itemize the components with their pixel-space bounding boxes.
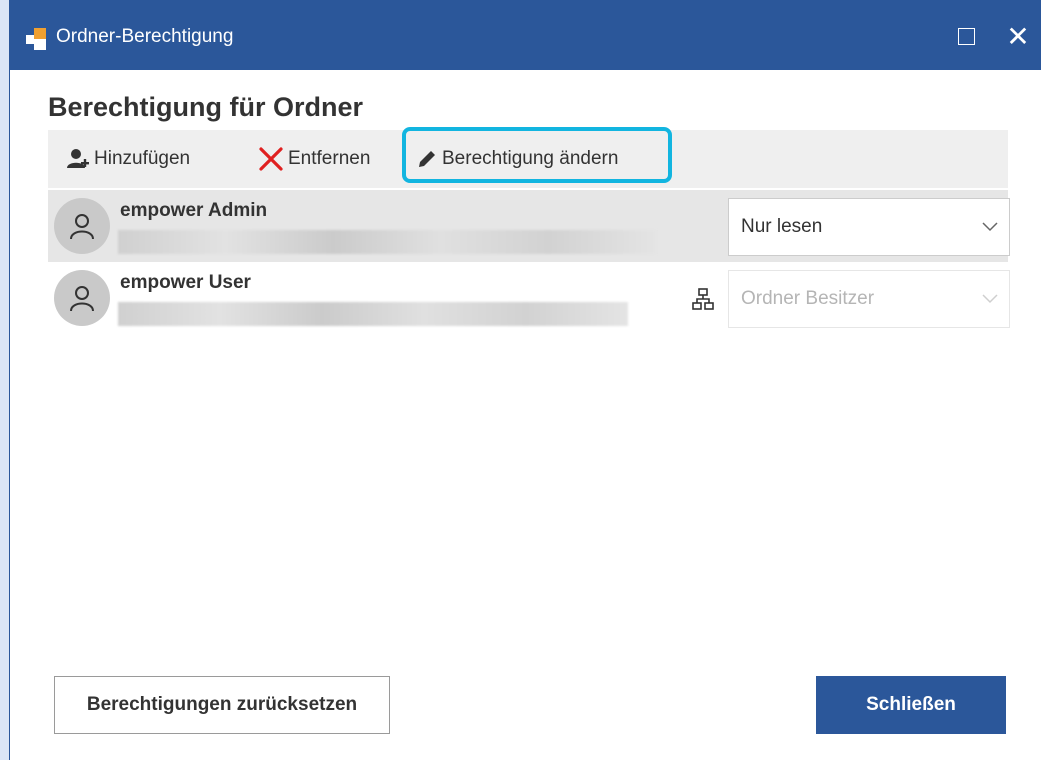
redacted-user-detail bbox=[118, 230, 656, 254]
reset-permissions-button[interactable]: Berechtigungen zurücksetzen bbox=[54, 676, 390, 734]
chevron-down-icon bbox=[982, 294, 998, 304]
user-icon bbox=[70, 214, 94, 240]
avatar bbox=[54, 198, 110, 254]
title-bar: Ordner-Berechtigung ✕ bbox=[10, 0, 1041, 70]
app-icon bbox=[26, 28, 48, 50]
remove-x-icon bbox=[258, 146, 284, 172]
hierarchy-icon bbox=[692, 288, 714, 315]
add-button[interactable]: Hinzufügen bbox=[66, 130, 190, 188]
maximize-icon bbox=[957, 27, 975, 45]
close-icon: ✕ bbox=[1006, 20, 1030, 52]
user-icon bbox=[70, 286, 94, 312]
edit-highlight-frame bbox=[402, 127, 672, 183]
permission-select[interactable]: Nur lesen bbox=[728, 198, 1010, 256]
window-title: Ordner-Berechtigung bbox=[56, 26, 234, 47]
user-name: empower User bbox=[120, 272, 251, 293]
remove-button[interactable]: Entfernen bbox=[258, 130, 370, 188]
avatar bbox=[54, 270, 110, 326]
remove-label: Entfernen bbox=[288, 148, 371, 169]
redacted-user-detail bbox=[118, 302, 628, 326]
permission-value: Ordner Besitzer bbox=[741, 288, 875, 309]
permission-value: Nur lesen bbox=[741, 216, 823, 237]
permission-row[interactable]: empower Admin Nur lesen bbox=[48, 190, 1010, 262]
permission-select-disabled: Ordner Besitzer bbox=[728, 270, 1010, 328]
dialog-window: Ordner-Berechtigung ✕ Berechtigung für O… bbox=[10, 0, 1041, 760]
add-user-icon bbox=[66, 147, 90, 171]
permission-row[interactable]: empower User Ordner Besitzer bbox=[48, 262, 1010, 334]
user-name: empower Admin bbox=[120, 200, 268, 221]
close-window-button[interactable]: ✕ bbox=[1000, 18, 1036, 54]
maximize-button[interactable] bbox=[948, 18, 984, 54]
add-label: Hinzufügen bbox=[94, 148, 191, 169]
chevron-down-icon bbox=[982, 222, 998, 232]
close-button[interactable]: Schließen bbox=[816, 676, 1006, 734]
page-title: Berechtigung für Ordner bbox=[48, 92, 364, 122]
